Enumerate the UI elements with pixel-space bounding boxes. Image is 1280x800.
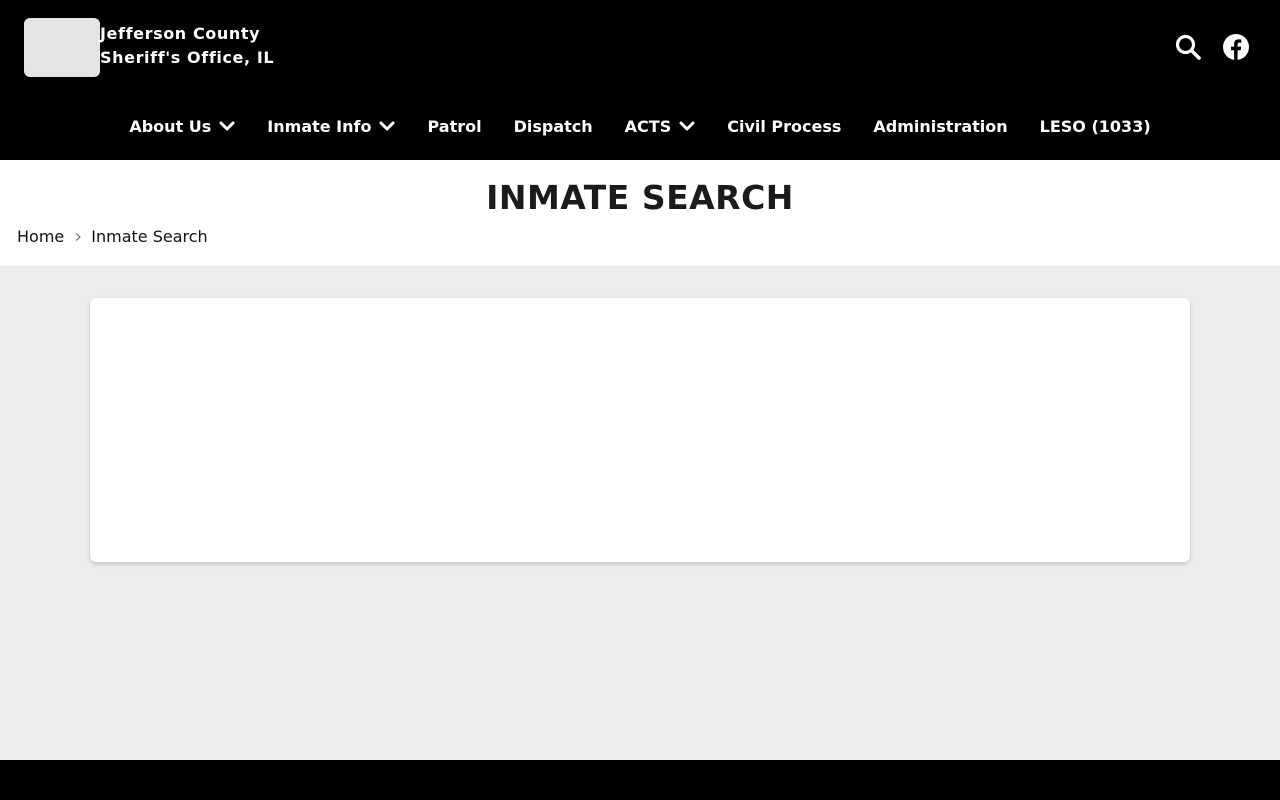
nav-item-civil-process[interactable]: Civil Process bbox=[711, 106, 857, 146]
nav-item-label: Dispatch bbox=[513, 116, 593, 136]
breadcrumb-home-link[interactable]: Home bbox=[17, 227, 64, 246]
nav-item-label: Civil Process bbox=[727, 116, 842, 136]
chevron-down-icon bbox=[219, 121, 235, 131]
nav-item-about-us[interactable]: About Us bbox=[113, 106, 251, 146]
chevron-right-icon bbox=[75, 232, 82, 241]
facebook-icon[interactable] bbox=[1222, 33, 1250, 61]
site-title[interactable]: Jefferson County Sheriff's Office, IL bbox=[100, 22, 300, 70]
nav-item-inmate-info[interactable]: Inmate Info bbox=[251, 106, 411, 146]
nav-item-label: Patrol bbox=[427, 116, 482, 136]
breadcrumb: Home Inmate Search bbox=[17, 227, 208, 246]
page-title: INMATE SEARCH bbox=[486, 178, 794, 217]
nav-item-administration[interactable]: Administration bbox=[857, 106, 1023, 146]
site-title-line2: Sheriff's Office, IL bbox=[100, 48, 275, 67]
site-title-line1: Jefferson County bbox=[100, 24, 261, 43]
chevron-down-icon bbox=[379, 121, 395, 131]
nav-item-patrol[interactable]: Patrol bbox=[411, 106, 497, 146]
nav-item-label: About Us bbox=[129, 116, 212, 136]
main-nav: About Us Inmate Info Patrol Dispatch ACT… bbox=[0, 106, 1280, 146]
site-footer bbox=[0, 760, 1280, 800]
nav-item-label: Inmate Info bbox=[267, 116, 372, 136]
nav-item-label: LESO (1033) bbox=[1039, 116, 1151, 136]
chevron-down-icon bbox=[679, 121, 695, 131]
inmate-search-panel bbox=[90, 298, 1190, 562]
search-icon[interactable] bbox=[1174, 33, 1202, 61]
nav-item-dispatch[interactable]: Dispatch bbox=[498, 106, 609, 146]
site-logo[interactable] bbox=[24, 18, 100, 77]
breadcrumb-current: Inmate Search bbox=[91, 227, 208, 246]
nav-item-label: Administration bbox=[873, 116, 1008, 136]
site-header: Jefferson County Sheriff's Office, IL Ab… bbox=[0, 0, 1280, 160]
nav-item-acts[interactable]: ACTS bbox=[609, 106, 712, 146]
page-title-bar: INMATE SEARCH Home Inmate Search bbox=[0, 160, 1280, 267]
nav-item-leso[interactable]: LESO (1033) bbox=[1024, 106, 1167, 146]
nav-item-label: ACTS bbox=[624, 116, 672, 136]
